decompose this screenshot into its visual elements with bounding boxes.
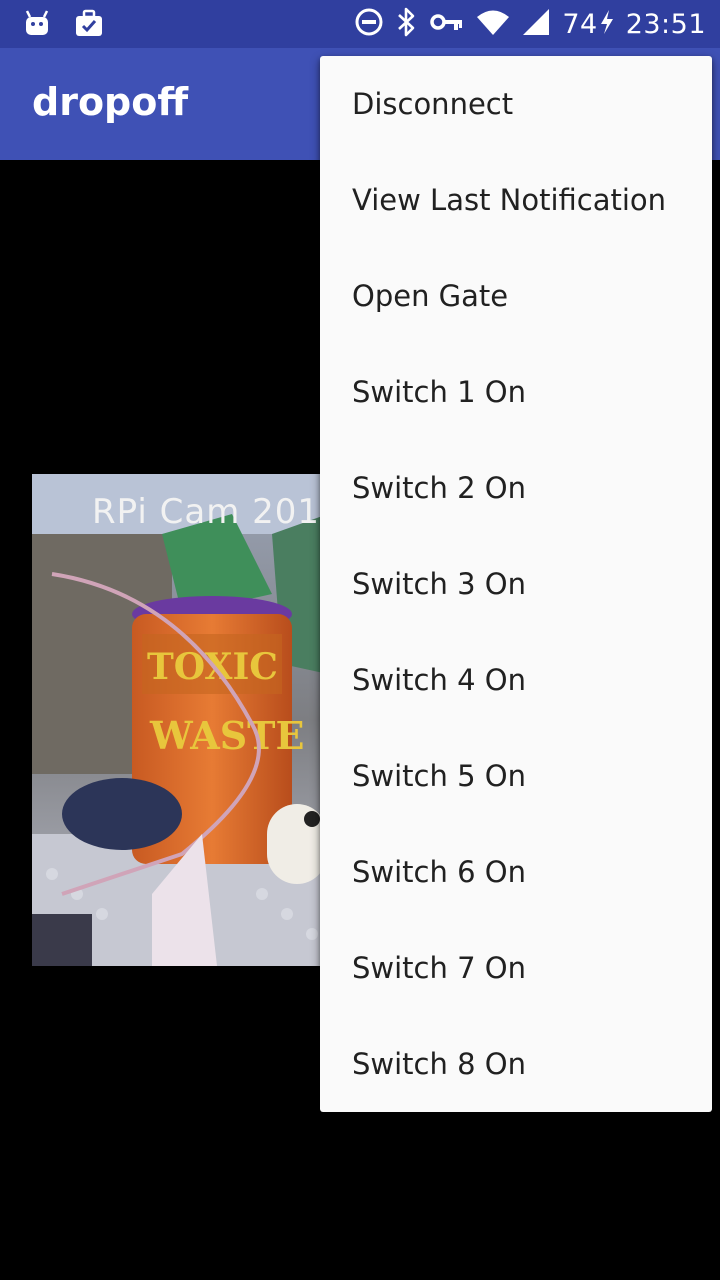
battery-level: 74 xyxy=(562,8,598,40)
menu-item-switch-1-on[interactable]: Switch 1 On xyxy=(320,344,712,440)
charging-bolt-icon xyxy=(600,9,614,39)
app-title: dropoff xyxy=(32,80,189,124)
menu-item-switch-3-on[interactable]: Switch 3 On xyxy=(320,536,712,632)
menu-item-switch-4-on[interactable]: Switch 4 On xyxy=(320,632,712,728)
wifi-icon xyxy=(476,8,510,40)
camera-overlay-text: RPi Cam 201 xyxy=(92,492,321,532)
system-icons: 74 23:51 xyxy=(354,0,706,48)
menu-item-switch-2-on[interactable]: Switch 2 On xyxy=(320,440,712,536)
camera-image: TOXIC WASTE xyxy=(32,474,328,966)
camera-feed: TOXIC WASTE RPi Cam 201 xyxy=(32,474,328,966)
menu-item-open-gate[interactable]: Open Gate xyxy=(320,248,712,344)
menu-item-view-last-notification[interactable]: View Last Notification xyxy=(320,152,712,248)
clock: 23:51 xyxy=(625,8,706,40)
vpn-key-icon xyxy=(430,10,464,38)
do-not-disturb-icon xyxy=(354,7,384,41)
overflow-menu: Disconnect View Last Notification Open G… xyxy=(320,56,712,1112)
menu-item-switch-5-on[interactable]: Switch 5 On xyxy=(320,728,712,824)
menu-item-switch-6-on[interactable]: Switch 6 On xyxy=(320,824,712,920)
menu-item-disconnect[interactable]: Disconnect xyxy=(320,56,712,152)
notification-icons xyxy=(22,8,104,42)
svg-text:WASTE: WASTE xyxy=(149,713,304,758)
status-bar: 74 23:51 xyxy=(0,0,720,48)
briefcase-check-icon xyxy=(74,8,104,42)
cell-signal-icon xyxy=(522,8,550,40)
menu-item-switch-7-on[interactable]: Switch 7 On xyxy=(320,920,712,1016)
bluetooth-icon xyxy=(396,6,418,42)
android-icon xyxy=(22,8,52,42)
menu-item-switch-8-on[interactable]: Switch 8 On xyxy=(320,1016,712,1112)
